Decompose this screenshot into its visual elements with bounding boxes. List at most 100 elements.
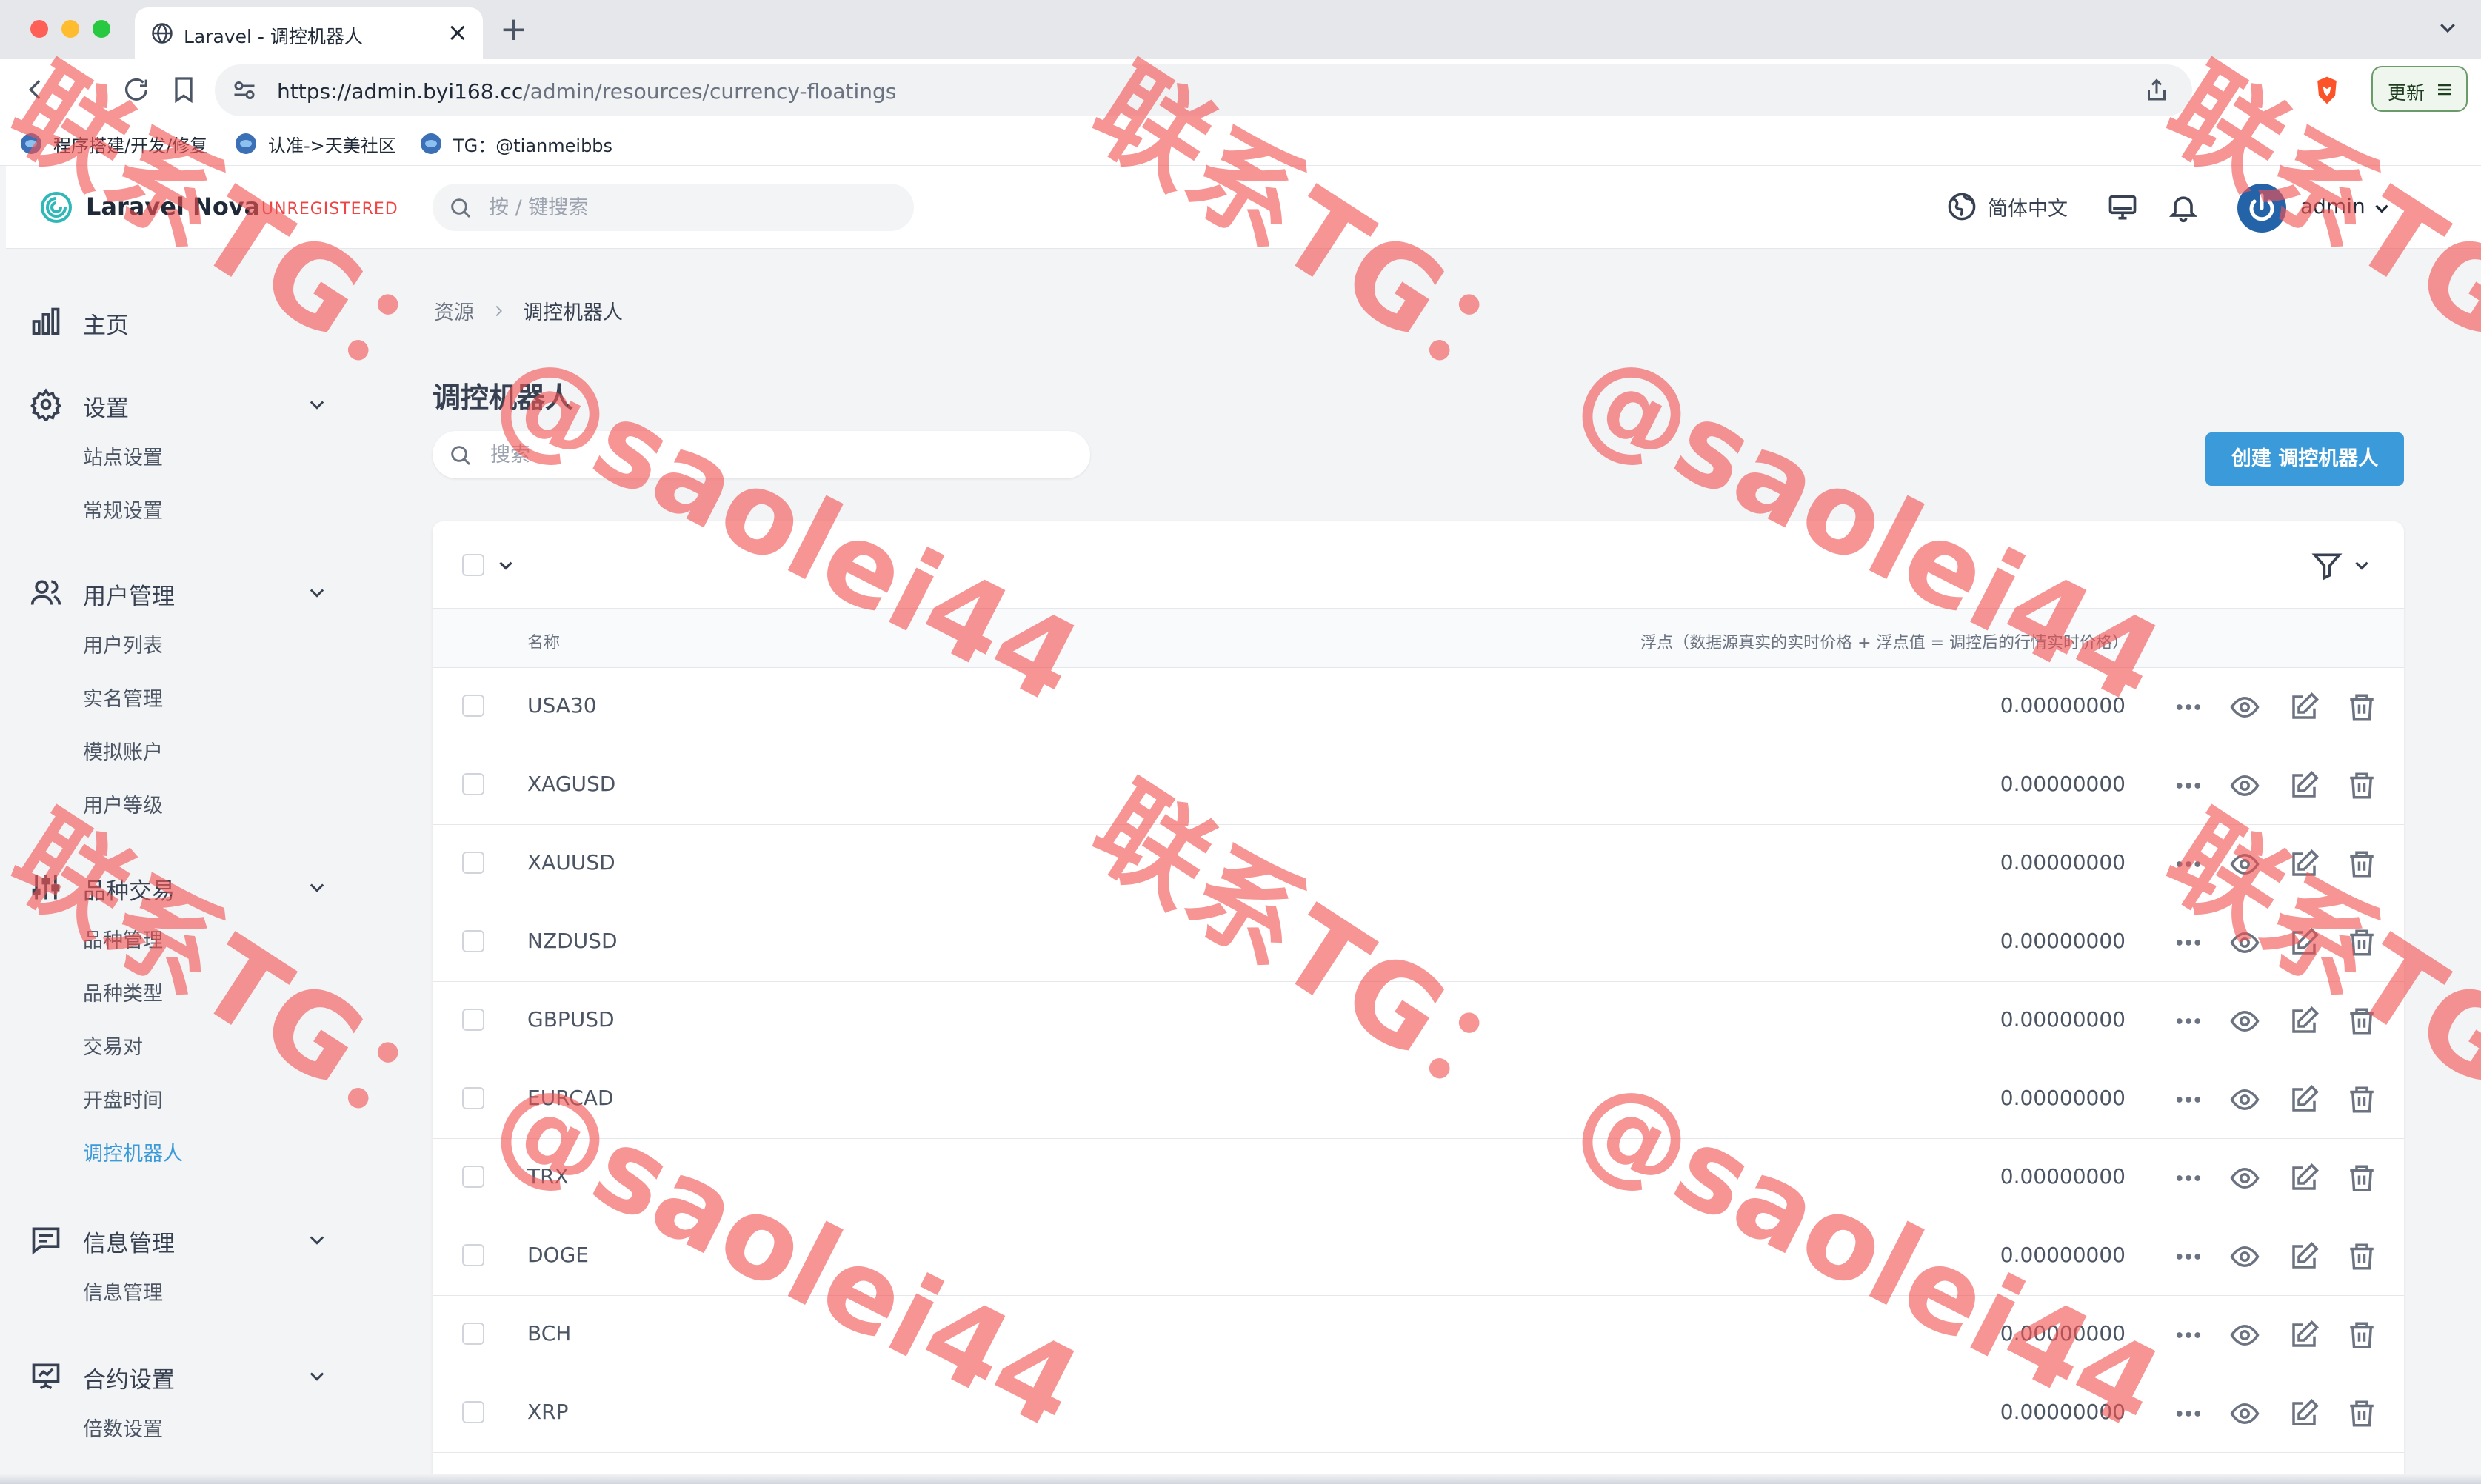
view-icon[interactable] [2229, 1163, 2260, 1194]
more-actions-icon[interactable] [2173, 692, 2204, 723]
row-name[interactable]: XAGUSD [527, 772, 615, 796]
view-icon[interactable] [2229, 1084, 2260, 1115]
more-actions-icon[interactable] [2173, 1006, 2204, 1037]
chevron-down-icon[interactable] [496, 555, 515, 575]
table-row[interactable]: XAUUSD 0.00000000 [433, 825, 2404, 903]
edit-icon[interactable] [2288, 770, 2320, 801]
chevron-down-icon[interactable] [307, 1229, 327, 1250]
sidebar-item-user-levels[interactable]: 用户等级 [83, 789, 163, 818]
row-name[interactable]: NZDUSD [527, 929, 618, 953]
new-tab-button[interactable]: + [500, 9, 527, 50]
breadcrumb-link[interactable]: 资源 [434, 296, 474, 325]
resource-search[interactable] [433, 431, 1090, 478]
sidebar-item-opening-hours[interactable]: 开盘时间 [83, 1084, 163, 1113]
delete-icon[interactable] [2346, 770, 2377, 801]
edit-icon[interactable] [2288, 1084, 2320, 1115]
row-checkbox[interactable] [462, 1009, 484, 1031]
delete-icon[interactable] [2346, 1241, 2377, 1272]
more-actions-icon[interactable] [2173, 849, 2204, 880]
select-all-checkbox[interactable] [462, 554, 484, 576]
sidebar-group-messages[interactable]: 信息管理 [0, 1214, 400, 1259]
row-checkbox[interactable] [462, 1166, 484, 1188]
sidebar-item-pairs[interactable]: 交易对 [83, 1031, 143, 1060]
view-icon[interactable] [2229, 692, 2260, 723]
chevron-down-icon[interactable] [307, 1366, 327, 1386]
monitor-icon[interactable] [2106, 191, 2139, 224]
sidebar-item-demo-accounts[interactable]: 模拟账户 [83, 736, 163, 765]
row-name[interactable]: USA30 [527, 693, 597, 718]
more-actions-icon[interactable] [2173, 1398, 2204, 1429]
column-header-float[interactable]: 浮点（数据源真实的实时价格 + 浮点值 = 调控后的行情实时价格） [1640, 629, 2128, 653]
row-checkbox[interactable] [462, 852, 484, 874]
table-row[interactable]: DOGE 0.00000000 [433, 1217, 2404, 1296]
reload-icon[interactable] [121, 75, 151, 104]
sidebar-item-kyc[interactable]: 实名管理 [83, 683, 163, 712]
edit-icon[interactable] [2288, 927, 2320, 958]
chevron-down-icon[interactable] [2372, 198, 2391, 218]
chevron-down-icon[interactable] [2352, 555, 2371, 575]
bookmark-item[interactable]: 认准->天美社区 [236, 131, 396, 156]
table-row[interactable]: XAGUSD 0.00000000 [433, 746, 2404, 825]
table-row[interactable]: GBPUSD 0.00000000 [433, 982, 2404, 1060]
table-row[interactable]: EURCAD 0.00000000 [433, 1060, 2404, 1139]
view-icon[interactable] [2229, 1320, 2260, 1351]
view-icon[interactable] [2229, 1398, 2260, 1429]
site-settings-icon[interactable] [231, 77, 258, 104]
filter-icon[interactable] [2311, 549, 2343, 582]
table-row[interactable]: XRP 0.00000000 [433, 1374, 2404, 1453]
sidebar-item-site-settings[interactable]: 站点设置 [83, 441, 163, 470]
resource-search-input[interactable] [490, 443, 1068, 467]
back-icon[interactable] [21, 75, 50, 104]
window-close-button[interactable] [30, 20, 48, 38]
edit-icon[interactable] [2288, 1163, 2320, 1194]
row-name[interactable]: GBPUSD [527, 1007, 615, 1032]
global-search-input[interactable] [489, 195, 889, 219]
create-button[interactable]: 创建 调控机器人 [2205, 432, 2404, 486]
row-checkbox[interactable] [462, 695, 484, 717]
delete-icon[interactable] [2346, 927, 2377, 958]
update-button[interactable]: 更新 [2371, 66, 2468, 112]
sidebar-group-users[interactable]: 用户管理 [0, 567, 400, 612]
view-icon[interactable] [2229, 770, 2260, 801]
sidebar-group-trading[interactable]: 品种交易 [0, 862, 400, 906]
sidebar-item-general-settings[interactable]: 常规设置 [83, 495, 163, 524]
delete-icon[interactable] [2346, 1398, 2377, 1429]
row-checkbox[interactable] [462, 1323, 484, 1345]
share-icon[interactable] [2143, 76, 2170, 104]
row-name[interactable]: TRX [527, 1164, 569, 1189]
column-header-name[interactable]: 名称 [527, 629, 560, 653]
more-actions-icon[interactable] [2173, 1163, 2204, 1194]
bookmark-item[interactable]: 程序搭建/开发/修复 [21, 131, 207, 156]
edit-icon[interactable] [2288, 1006, 2320, 1037]
delete-icon[interactable] [2346, 1006, 2377, 1037]
view-icon[interactable] [2229, 1006, 2260, 1037]
nova-logo-icon[interactable] [39, 190, 74, 225]
delete-icon[interactable] [2346, 1084, 2377, 1115]
delete-icon[interactable] [2346, 1163, 2377, 1194]
sidebar-item-home[interactable]: 主页 [0, 296, 400, 341]
delete-icon[interactable] [2346, 849, 2377, 880]
window-zoom-button[interactable] [93, 20, 110, 38]
user-name[interactable]: admin [2300, 194, 2365, 218]
edit-icon[interactable] [2288, 1320, 2320, 1351]
row-checkbox[interactable] [462, 1401, 484, 1423]
edit-icon[interactable] [2288, 692, 2320, 723]
sidebar-item-symbol-types[interactable]: 品种类型 [83, 977, 163, 1006]
chevron-down-icon[interactable] [307, 394, 327, 415]
sidebar-group-settings[interactable]: 设置 [0, 379, 400, 424]
row-name[interactable]: XAUUSD [527, 850, 615, 875]
delete-icon[interactable] [2346, 1320, 2377, 1351]
row-checkbox[interactable] [462, 1244, 484, 1266]
table-row[interactable]: NZDUSD 0.00000000 [433, 903, 2404, 982]
sidebar-item-messages[interactable]: 信息管理 [83, 1277, 163, 1306]
sidebar-item-symbols[interactable]: 品种管理 [83, 924, 163, 953]
delete-icon[interactable] [2346, 692, 2377, 723]
window-minimize-button[interactable] [61, 20, 79, 38]
browser-tab[interactable]: Laravel - 调控机器人 × [135, 7, 483, 59]
edit-icon[interactable] [2288, 1398, 2320, 1429]
brave-shield-icon[interactable] [2311, 73, 2343, 107]
bookmark-item[interactable]: TG：@tianmeibbs [421, 131, 612, 156]
view-icon[interactable] [2229, 1241, 2260, 1272]
tab-close-icon[interactable]: × [447, 18, 469, 47]
row-name[interactable]: BCH [527, 1321, 571, 1346]
